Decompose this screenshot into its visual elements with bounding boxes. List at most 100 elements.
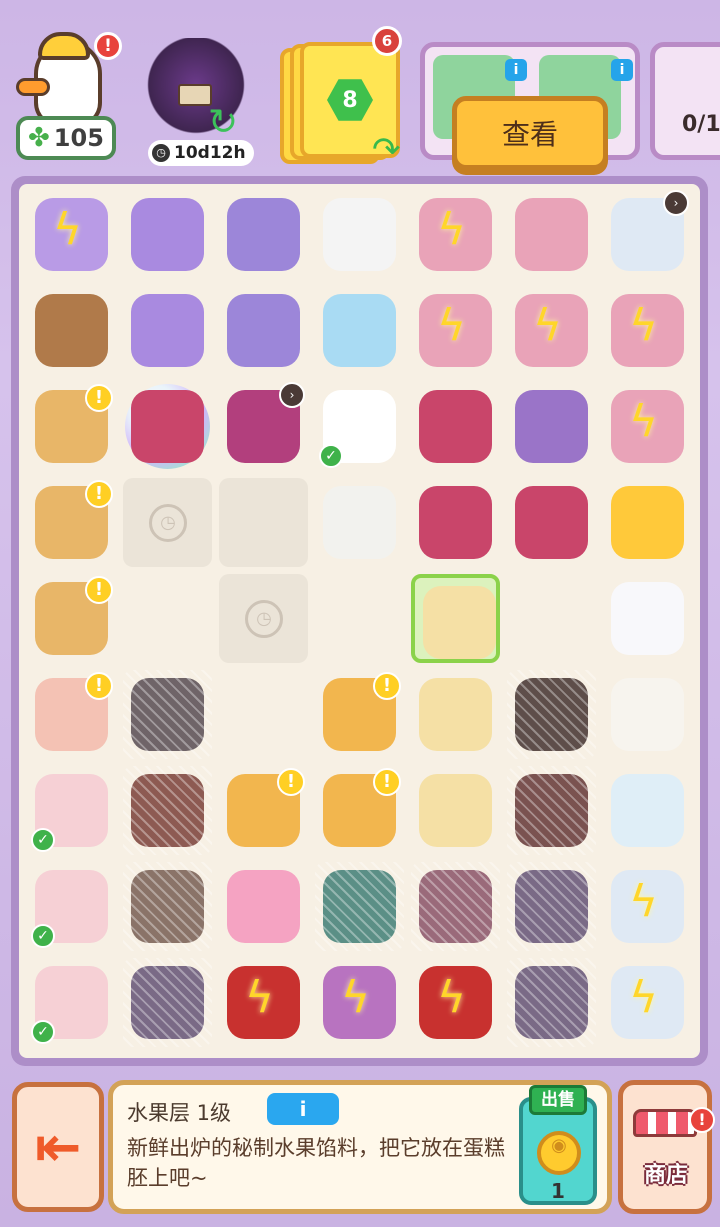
board-cell[interactable] xyxy=(315,862,404,951)
board-cell[interactable] xyxy=(411,478,500,567)
board-cell[interactable]: ϟ xyxy=(603,382,692,471)
board-cell[interactable]: ! xyxy=(27,382,116,471)
tea-cup-saucer-icon xyxy=(611,678,684,751)
board-cell[interactable] xyxy=(507,670,596,759)
board-cell[interactable]: ✓ xyxy=(315,382,404,471)
board-cell[interactable]: › xyxy=(219,382,308,471)
gift-box-icon xyxy=(131,294,204,367)
cobweb-icon xyxy=(123,766,212,855)
board-cell[interactable]: ! xyxy=(315,670,404,759)
board-cell[interactable]: ! xyxy=(27,478,116,567)
sell-button[interactable]: 出售 ◉ 1 xyxy=(519,1085,597,1205)
board-cell[interactable] xyxy=(315,574,404,663)
board-cell[interactable] xyxy=(123,670,212,759)
board-cell[interactable] xyxy=(411,574,500,663)
board-cell[interactable] xyxy=(123,574,212,663)
check-badge-icon: ✓ xyxy=(31,1020,55,1044)
board-cell[interactable]: ϟ xyxy=(507,286,596,375)
yarn-spools-icon xyxy=(227,294,300,367)
board-cell[interactable] xyxy=(219,862,308,951)
sell-label: 出售 xyxy=(529,1085,587,1115)
lightning-bolt-icon: ϟ xyxy=(629,972,659,1023)
board-cell[interactable] xyxy=(507,382,596,471)
board-cell[interactable] xyxy=(315,478,404,567)
card-deck[interactable]: 8 6 ↷ xyxy=(280,26,406,170)
board-cell[interactable]: ◷ xyxy=(219,574,308,663)
board-cell[interactable] xyxy=(507,574,596,663)
board-cell[interactable]: ! xyxy=(27,574,116,663)
board-cell[interactable]: ✓ xyxy=(27,958,116,1047)
board-cell[interactable] xyxy=(603,478,692,567)
alert-badge-icon: ! xyxy=(85,672,113,700)
board-cell[interactable]: ϟ xyxy=(603,862,692,951)
pending-clock-icon: ◷ xyxy=(149,504,187,542)
board-cell[interactable] xyxy=(219,670,308,759)
lightning-bolt-icon: ϟ xyxy=(533,300,563,351)
board-cell[interactable]: ! xyxy=(27,670,116,759)
board-cell[interactable]: ✓ xyxy=(27,862,116,951)
board-cell[interactable] xyxy=(27,286,116,375)
board-cell[interactable] xyxy=(411,670,500,759)
board-cell[interactable]: ϟ xyxy=(411,286,500,375)
board-cell[interactable] xyxy=(315,286,404,375)
board-cell[interactable]: ✓ xyxy=(27,766,116,855)
board-cell[interactable] xyxy=(507,190,596,279)
board-cell[interactable]: ϟ xyxy=(315,958,404,1047)
tree-timer-text: 10d12h xyxy=(174,143,246,163)
board-cell[interactable] xyxy=(507,958,596,1047)
board-cell[interactable] xyxy=(411,382,500,471)
board-cell[interactable] xyxy=(507,766,596,855)
board-cell[interactable] xyxy=(411,862,500,951)
board-cell[interactable]: ! xyxy=(315,766,404,855)
jam-jar-icon xyxy=(515,486,588,559)
board-cell[interactable]: ϟ xyxy=(603,286,692,375)
board-cell[interactable] xyxy=(123,382,212,471)
board-cell[interactable] xyxy=(603,670,692,759)
lightning-bolt-icon: ϟ xyxy=(437,300,467,351)
board-cell[interactable] xyxy=(507,862,596,951)
board-cell[interactable] xyxy=(603,574,692,663)
board-cell[interactable] xyxy=(603,766,692,855)
board-cell[interactable]: ϟ xyxy=(219,958,308,1047)
hard-hat-icon xyxy=(38,32,90,60)
item-info-button[interactable]: i xyxy=(267,1093,339,1125)
board-cell[interactable] xyxy=(123,286,212,375)
board-cell[interactable] xyxy=(123,766,212,855)
card-arrow-icon: ↷ xyxy=(372,130,401,170)
clock-icon: ◷ xyxy=(152,144,170,162)
board-cell[interactable] xyxy=(123,862,212,951)
board-cell[interactable]: ! xyxy=(219,766,308,855)
order-info-icon[interactable]: i xyxy=(505,59,527,81)
board-cell[interactable]: › xyxy=(603,190,692,279)
board-cell[interactable] xyxy=(219,286,308,375)
view-button[interactable]: 查看 xyxy=(452,96,608,170)
board-cell[interactable]: ◷ xyxy=(123,478,212,567)
ice-cream-cone-icon xyxy=(35,294,108,367)
haunted-tree-event[interactable]: ↻ ◷ 10d12h xyxy=(134,38,258,166)
merge-board: ϟ ϟ › ϟ ϟ ϟ! › ✓ ϟ! ◷! ◷!! ✓!! ✓ ϟ ✓ ϟ ϟ ϟ ϟ xyxy=(11,176,708,1066)
cobweb-icon xyxy=(123,862,212,951)
lightning-bolt-icon: ϟ xyxy=(437,972,467,1023)
board-cell[interactable] xyxy=(411,766,500,855)
cobweb-icon xyxy=(123,958,212,1047)
board-cell[interactable]: ϟ xyxy=(603,958,692,1047)
board-cell[interactable]: ϟ xyxy=(27,190,116,279)
board-cell[interactable] xyxy=(219,190,308,279)
board-cell[interactable] xyxy=(315,190,404,279)
clover-currency[interactable]: ✤ 105 xyxy=(16,116,116,160)
blue-dress-icon xyxy=(323,294,396,367)
board-cell[interactable] xyxy=(123,958,212,1047)
jam-jar-icon xyxy=(419,486,492,559)
board-cell[interactable]: ϟ xyxy=(411,958,500,1047)
board-cell[interactable] xyxy=(123,190,212,279)
cake-tier-icon xyxy=(515,198,588,271)
exit-button[interactable]: ⇤ xyxy=(12,1082,104,1212)
board-cell[interactable] xyxy=(219,478,308,567)
whisk-bowl-icon xyxy=(515,390,588,463)
board-cell[interactable] xyxy=(507,478,596,567)
board-cell[interactable]: ϟ xyxy=(411,190,500,279)
order-info-icon[interactable]: i xyxy=(611,59,633,81)
orders-panel-2[interactable] xyxy=(650,42,720,160)
shop-button[interactable]: ! 商店 xyxy=(618,1080,715,1214)
yarn-spools-icon xyxy=(227,198,300,271)
